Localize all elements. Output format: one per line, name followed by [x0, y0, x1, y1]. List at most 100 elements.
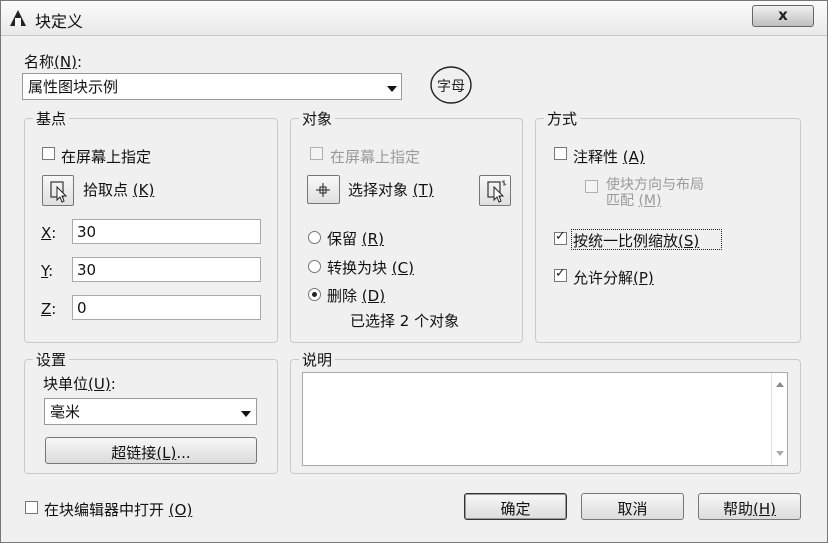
block-unit-combobox[interactable]: 毫米 [44, 398, 257, 425]
z-value: 0 [77, 299, 87, 317]
retain-mnemonic: (R) [361, 230, 384, 248]
match-orient-mnemonic: (M) [638, 193, 662, 209]
select-objects-label: 选择对象 (T) [348, 179, 434, 200]
select-objects-text: 选择对象 [348, 181, 409, 199]
description-textarea[interactable] [302, 372, 788, 466]
scroll-up-icon[interactable] [776, 382, 784, 387]
hyperlink-mnemonic: (L) [156, 444, 177, 462]
pick-point-icon [50, 181, 68, 203]
name-label-text: 名称 [24, 53, 55, 71]
chevron-down-icon [387, 86, 397, 92]
ok-button-label: 确定 [500, 500, 531, 518]
convert-to-block-label: 转换为块 (C) [327, 257, 414, 278]
name-colon: : [76, 53, 83, 71]
open-editor-text: 在块编辑器中打开 [44, 501, 165, 519]
explode-text: 允许分解 [573, 269, 634, 287]
x-colon: : [51, 224, 57, 242]
chevron-down-icon [241, 411, 251, 417]
delete-radio[interactable] [308, 288, 321, 301]
help-button-label: 帮助(H) [699, 498, 800, 519]
convert-mnemonic: (C) [391, 259, 414, 277]
quick-select-button[interactable] [479, 175, 511, 206]
explode-mnemonic: (P) [633, 269, 654, 287]
x-label-text: X [41, 224, 52, 242]
uniform-mnemonic: (S) [678, 232, 700, 250]
dialog-title: 块定义 [35, 12, 84, 31]
pick-point-text: 拾取点 [83, 181, 129, 199]
allow-exploding-checkbox[interactable] [554, 266, 567, 282]
scale-uniformly-label: 按统一比例缩放(S) [573, 230, 699, 251]
hyperlink-button[interactable]: 超链接(L)... [45, 437, 257, 464]
pick-point-button[interactable] [42, 175, 74, 206]
hyperlink-text: 超链接 [111, 444, 157, 462]
preview-glyph: 字母 [437, 79, 465, 95]
ok-button[interactable]: 确定 [464, 493, 567, 520]
allow-exploding-label: 允许分解(P) [573, 267, 654, 288]
retain-radio[interactable] [308, 231, 321, 244]
block-unit-value: 毫米 [50, 403, 81, 421]
convert-text: 转换为块 [327, 259, 388, 277]
pick-point-label: 拾取点 (K) [83, 179, 154, 200]
retain-text: 保留 [327, 230, 358, 248]
delete-label: 删除 (D) [327, 285, 385, 306]
cancel-button-label: 取消 [617, 500, 648, 518]
block-name-value: 属性图块示例 [28, 78, 119, 96]
scale-uniformly-checkbox[interactable] [554, 229, 567, 245]
description-scrollbar[interactable] [771, 373, 787, 465]
block-preview-icon: 字母 [430, 66, 472, 104]
scroll-down-icon[interactable] [776, 451, 784, 456]
cancel-button[interactable]: 取消 [581, 493, 684, 520]
retain-label: 保留 (R) [327, 228, 384, 249]
open-in-block-editor-label: 在块编辑器中打开 (O) [44, 499, 192, 520]
base-on-screen-label: 在屏幕上指定 [61, 148, 152, 166]
name-mnemonic: (N) [54, 53, 77, 71]
hyperlink-ellipsis: ... [176, 444, 191, 462]
delete-text: 删除 [327, 287, 358, 305]
x-input[interactable]: 30 [72, 219, 261, 244]
x-value: 30 [77, 223, 97, 241]
selected-count-status: 已选择 2 个对象 [350, 312, 460, 330]
block-unit-mnemonic: (U) [88, 375, 111, 393]
description-title: 说明 [299, 349, 336, 370]
uniform-text: 按统一比例缩放 [573, 232, 679, 250]
objects-on-screen-label: 在屏幕上指定 [330, 148, 421, 166]
help-mnemonic: (H) [753, 500, 776, 518]
annotative-label: 注释性 (A) [573, 146, 645, 167]
block-unit-colon: : [110, 375, 116, 393]
block-name-combobox[interactable]: 属性图块示例 [22, 73, 402, 100]
z-label: Z: [41, 300, 56, 318]
x-label: X: [41, 224, 56, 242]
open-in-block-editor-checkbox[interactable] [25, 501, 38, 514]
open-editor-mnemonic: (O) [168, 501, 193, 519]
help-text: 帮助 [723, 500, 754, 518]
y-label: Y: [41, 262, 53, 280]
y-input[interactable]: 30 [72, 257, 261, 282]
select-objects-mnemonic: (T) [412, 181, 434, 199]
pick-point-mnemonic: (K) [132, 181, 155, 199]
block-unit-text: 块单位 [43, 375, 89, 393]
delete-mnemonic: (D) [361, 287, 386, 305]
objects-on-screen-checkbox[interactable] [310, 147, 323, 160]
z-colon: : [51, 300, 57, 318]
match-orient-line1: 使块方向与布局 [606, 177, 704, 193]
close-button[interactable]: x [752, 5, 814, 27]
annotative-text: 注释性 [573, 148, 619, 166]
block-definition-dialog: 块定义 x 名称(N): 属性图块示例 字母 基点 在屏幕上指定 拾取点 (K)… [0, 0, 828, 543]
match-orientation-checkbox[interactable] [585, 180, 598, 193]
help-button[interactable]: 帮助(H) [698, 493, 801, 520]
annotative-checkbox[interactable] [554, 147, 567, 160]
autocad-logo-icon [10, 10, 26, 26]
quick-select-icon [487, 180, 507, 203]
convert-to-block-radio[interactable] [308, 260, 321, 273]
match-orient-line2: 匹配 [606, 193, 634, 209]
settings-title: 设置 [33, 349, 70, 370]
y-value: 30 [77, 261, 97, 279]
name-label: 名称(N): [24, 51, 82, 72]
base-on-screen-checkbox[interactable] [42, 147, 55, 160]
hyperlink-button-label: 超链接(L)... [46, 442, 256, 463]
annotative-mnemonic: (A) [622, 148, 645, 166]
match-orientation-label: 使块方向与布局 匹配 (M) [606, 177, 704, 209]
z-input[interactable]: 0 [72, 295, 261, 320]
close-icon: x [778, 6, 788, 24]
select-objects-button[interactable] [307, 175, 340, 204]
